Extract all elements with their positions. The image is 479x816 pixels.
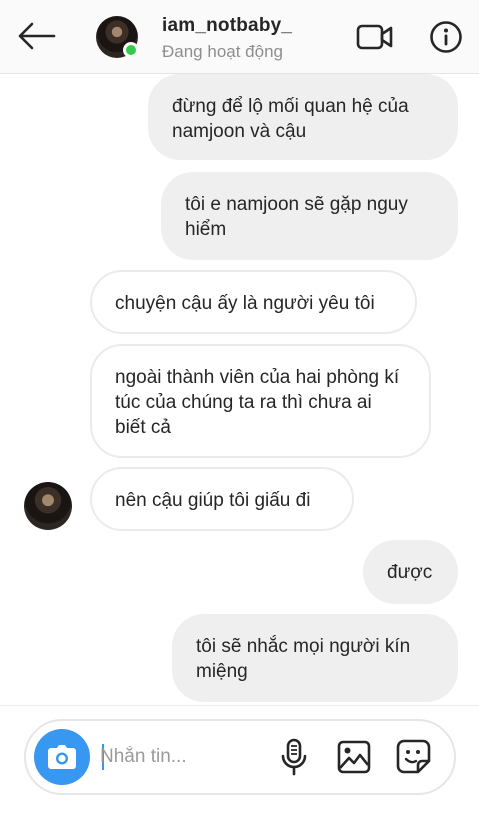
camera-button[interactable]	[34, 729, 90, 785]
sticker-icon	[396, 739, 431, 774]
message-text: nên cậu giúp tôi giấu đi	[115, 490, 311, 511]
message-text: tôi e namjoon sẽ gặp nguy hiểm	[185, 194, 408, 240]
info-icon	[430, 21, 462, 53]
message-composer	[24, 719, 456, 795]
composer-divider	[0, 705, 479, 706]
message-text: được	[387, 562, 433, 583]
message-text: đừng để lộ mối quan hệ của namjoon và cậ…	[172, 96, 409, 142]
message-bubble-outgoing[interactable]: được	[363, 540, 458, 604]
camera-icon	[48, 745, 76, 769]
video-call-icon	[356, 24, 393, 50]
sender-avatar[interactable]	[24, 482, 72, 530]
video-call-button[interactable]	[352, 17, 398, 57]
online-status-indicator	[123, 42, 139, 58]
image-gallery-icon	[337, 740, 371, 774]
message-thread[interactable]: đừng để lộ mối quan hệ của namjoon và cậ…	[0, 74, 479, 704]
arrow-left-icon	[18, 22, 56, 50]
back-button[interactable]	[14, 16, 58, 56]
message-bubble-outgoing[interactable]: tôi e namjoon sẽ gặp nguy hiểm	[161, 172, 458, 260]
sticker-button[interactable]	[394, 737, 434, 777]
message-bubble-outgoing[interactable]: đừng để lộ mối quan hệ của namjoon và cậ…	[148, 74, 458, 160]
message-bubble-incoming[interactable]: chuyện cậu ấy là người yêu tôi	[90, 270, 417, 334]
message-text: chuyện cậu ấy là người yêu tôi	[115, 293, 375, 314]
message-bubble-incoming[interactable]: nên cậu giúp tôi giấu đi	[90, 467, 354, 531]
gallery-button[interactable]	[334, 737, 374, 777]
message-bubble-incoming[interactable]: ngoài thành viên của hai phòng kí túc củ…	[90, 344, 431, 458]
contact-status: Đang hoạt động	[162, 42, 283, 61]
message-bubble-outgoing[interactable]: tôi sẽ nhắc mọi người kín miệng	[172, 614, 458, 702]
microphone-icon	[281, 738, 307, 776]
message-input[interactable]	[100, 735, 260, 779]
message-text: tôi sẽ nhắc mọi người kín miệng	[196, 636, 411, 682]
voice-message-button[interactable]	[276, 737, 312, 777]
message-text: ngoài thành viên của hai phòng kí túc củ…	[115, 367, 400, 438]
chat-header: iam_notbaby_ Đang hoạt động	[0, 0, 479, 74]
contact-username[interactable]: iam_notbaby_	[162, 15, 292, 37]
info-button[interactable]	[424, 17, 468, 57]
